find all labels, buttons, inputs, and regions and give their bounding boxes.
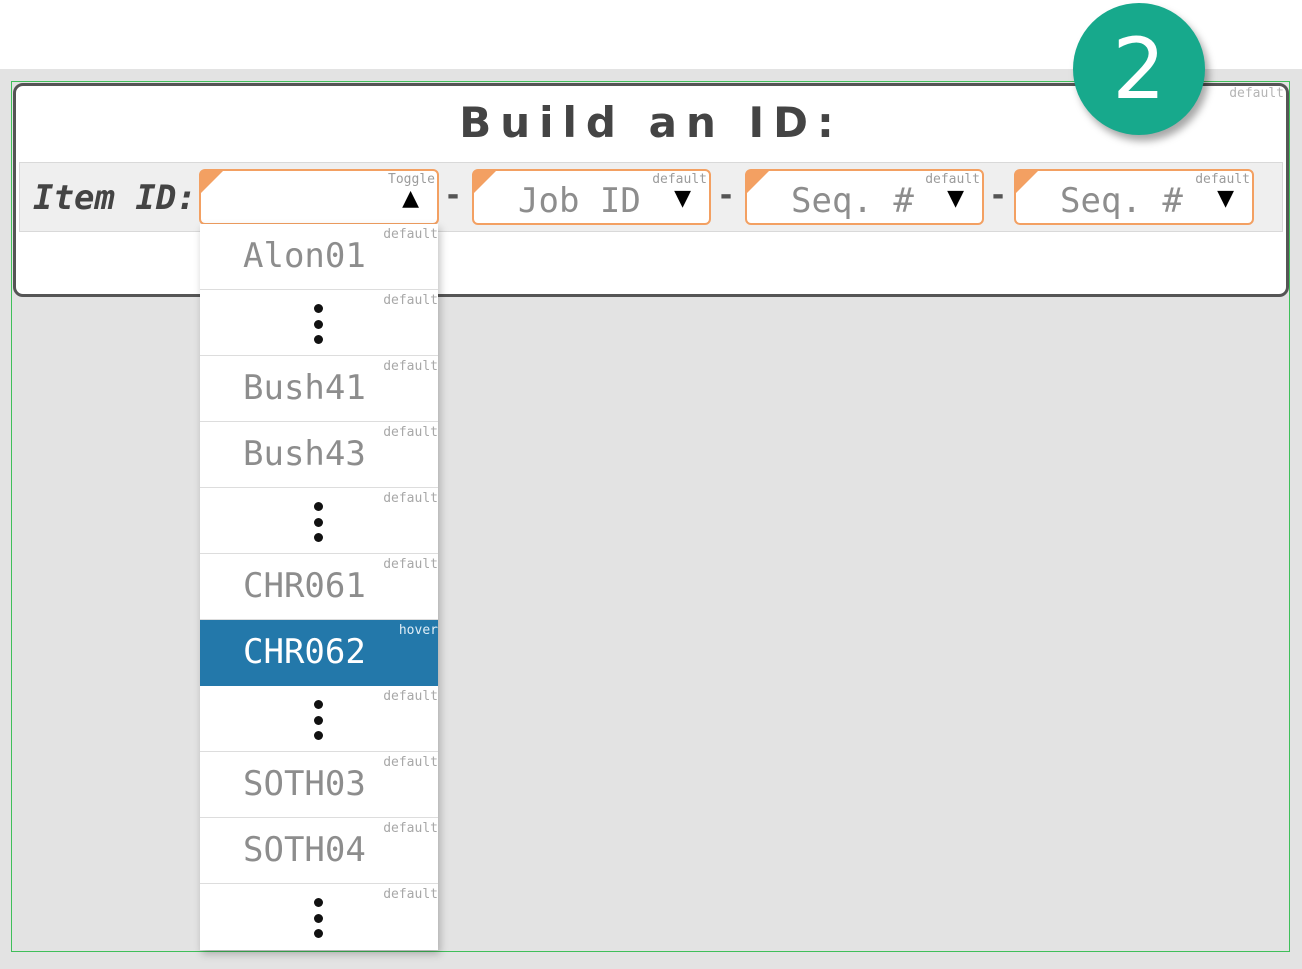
dropdown-option[interactable]: CHR061 default <box>200 554 438 620</box>
option-state-label: default <box>383 689 438 704</box>
seq-number-select-1[interactable]: default Seq. # ▼ <box>745 169 984 225</box>
caret-down-icon[interactable]: ▼ <box>674 188 691 210</box>
option-state-label: default <box>383 755 438 770</box>
select-state-label: default <box>652 172 707 187</box>
item-id-label: Item ID: <box>33 178 197 218</box>
select-state-label: Toggle <box>388 172 435 187</box>
select-state-label: default <box>1195 172 1250 187</box>
dropdown-option[interactable]: Bush43 default <box>200 422 438 488</box>
item-id-dropdown-list: Alon01 default default Bush41 default Bu… <box>200 224 438 950</box>
option-label: SOTH03 <box>243 764 366 804</box>
option-label: SOTH04 <box>243 830 366 870</box>
dropdown-ellipsis-option[interactable]: default <box>200 488 438 554</box>
step-number: 2 <box>1112 20 1166 118</box>
option-state-label: default <box>383 425 438 440</box>
option-state-label: default <box>383 293 438 308</box>
corner-marker <box>474 171 496 193</box>
job-id-placeholder: Job ID <box>518 181 641 221</box>
dropdown-option-hovered[interactable]: CHR062 hover <box>200 620 438 686</box>
option-state-label: default <box>383 227 438 242</box>
option-state-label: default <box>383 887 438 902</box>
dropdown-option[interactable]: Bush41 default <box>200 356 438 422</box>
option-label: Bush41 <box>243 368 366 408</box>
dropdown-ellipsis-option[interactable]: default <box>200 290 438 356</box>
option-state-label: default <box>383 491 438 506</box>
option-state-label: default <box>383 359 438 374</box>
dropdown-ellipsis-option[interactable]: default <box>200 686 438 752</box>
option-label: CHR062 <box>243 632 366 672</box>
vertical-ellipsis-icon <box>313 700 323 740</box>
caret-up-icon[interactable]: ▲ <box>402 188 419 210</box>
option-label: Bush43 <box>243 434 366 474</box>
job-id-select[interactable]: default Job ID ▼ <box>472 169 711 225</box>
separator-3: - <box>989 178 1008 213</box>
dropdown-option[interactable]: SOTH03 default <box>200 752 438 818</box>
dropdown-option[interactable]: SOTH04 default <box>200 818 438 884</box>
seq-number-select-2[interactable]: default Seq. # ▼ <box>1014 169 1254 225</box>
item-id-select[interactable]: Toggle ▲ <box>199 169 439 225</box>
option-label: CHR061 <box>243 566 366 606</box>
separator-2: - <box>717 178 736 213</box>
caret-down-icon[interactable]: ▼ <box>1217 188 1234 210</box>
select-state-label: default <box>925 172 980 187</box>
seq-number-placeholder: Seq. # <box>1060 181 1183 221</box>
step-badge: 2 <box>1073 3 1205 135</box>
seq-number-placeholder: Seq. # <box>791 181 914 221</box>
vertical-ellipsis-icon <box>313 898 323 938</box>
option-state-label: default <box>383 821 438 836</box>
dropdown-ellipsis-option[interactable]: default <box>200 884 438 950</box>
caret-down-icon[interactable]: ▼ <box>947 188 964 210</box>
vertical-ellipsis-icon <box>313 502 323 542</box>
corner-marker <box>1016 171 1038 193</box>
separator-1: - <box>444 178 463 213</box>
corner-marker <box>747 171 769 193</box>
option-label: Alon01 <box>243 236 366 276</box>
dropdown-option[interactable]: Alon01 default <box>200 224 438 290</box>
corner-marker <box>201 171 223 193</box>
vertical-ellipsis-icon <box>313 304 323 344</box>
option-state-label: hover <box>398 623 438 638</box>
option-state-label: default <box>383 557 438 572</box>
